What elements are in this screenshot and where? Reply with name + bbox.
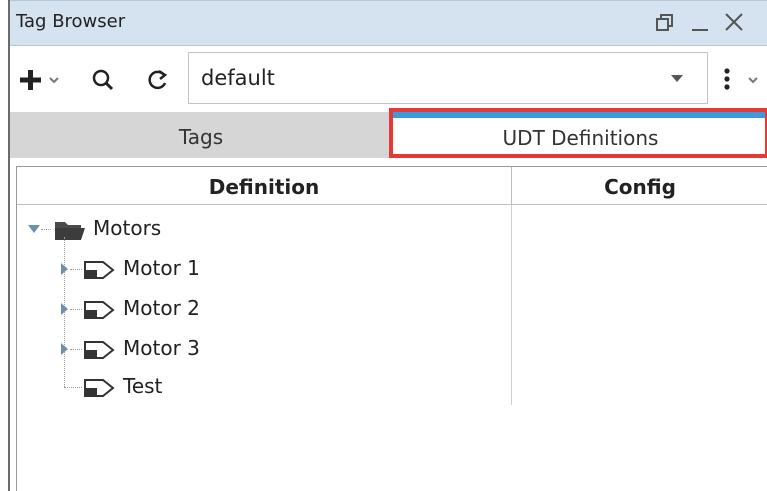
tree-row-motor-2[interactable]: Motor 2 <box>17 289 511 329</box>
window-title: Tag Browser <box>16 11 126 32</box>
collapsed-arrow-icon[interactable] <box>59 342 69 356</box>
tree-row-motor-3[interactable]: Motor 3 <box>17 329 511 369</box>
folder-label: Motors <box>93 216 162 240</box>
udt-icon <box>84 301 115 319</box>
table-header: Definition Config <box>17 167 767 205</box>
refresh-icon <box>148 69 168 90</box>
tree-row-test[interactable]: Test <box>17 367 511 407</box>
folder-icon <box>55 222 85 240</box>
kebab-menu-icon <box>724 68 758 90</box>
udt-icon <box>84 341 115 359</box>
close-icon[interactable] <box>720 7 748 37</box>
minimize-icon[interactable] <box>686 7 714 37</box>
column-header-definition[interactable]: Definition <box>17 167 512 204</box>
more-options-button[interactable] <box>718 64 764 100</box>
chevron-down-icon <box>671 75 683 82</box>
plus-icon <box>20 70 59 90</box>
refresh-button[interactable] <box>144 66 170 98</box>
tab-tags[interactable]: Tags <box>10 112 392 158</box>
udt-definitions-table: Definition Config Motors Motor 1 Motor 2… <box>16 166 767 491</box>
column-header-config[interactable]: Config <box>511 167 767 204</box>
tree-row-motors[interactable]: Motors <box>17 209 511 249</box>
tab-strip: Tags UDT Definitions <box>10 112 767 158</box>
tree-row-motor-1[interactable]: Motor 1 <box>17 249 511 289</box>
tab-udt-definitions[interactable]: UDT Definitions <box>392 112 767 158</box>
expanded-arrow-icon[interactable] <box>27 223 41 235</box>
tag-provider-value: default <box>201 66 275 90</box>
search-icon <box>92 69 114 91</box>
collapsed-arrow-icon[interactable] <box>59 302 69 316</box>
column-divider <box>511 205 512 405</box>
search-button[interactable] <box>90 66 116 98</box>
tag-provider-select[interactable]: default <box>188 52 708 104</box>
udt-label: Motor 1 <box>123 256 200 280</box>
udt-label: Test <box>123 374 163 398</box>
add-tag-button[interactable] <box>20 66 64 98</box>
tag-browser-panel: Tag Browser default Tags UDT Definitions… <box>8 0 767 491</box>
udt-icon <box>84 261 115 279</box>
restore-icon[interactable] <box>650 7 678 37</box>
title-bar: Tag Browser <box>10 0 767 46</box>
udt-icon <box>84 379 115 397</box>
collapsed-arrow-icon[interactable] <box>59 262 69 276</box>
udt-label: Motor 2 <box>123 296 200 320</box>
udt-label: Motor 3 <box>123 336 200 360</box>
